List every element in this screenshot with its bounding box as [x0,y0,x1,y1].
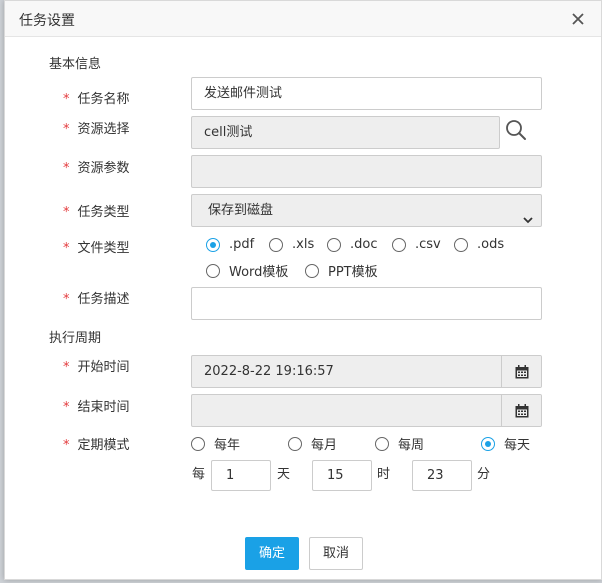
section-schedule: 执行周期 [49,331,102,346]
end-time-label: * 结束时间 [63,396,130,415]
task-settings-dialog: 任务设置 基本信息 * 任务名称 发送邮件测试 * 资源选择 cell测试 * 资源参… [4,0,602,580]
period-yearly-radio[interactable]: 每年 [191,434,240,453]
start-time-label-text: 开始时间 [77,360,130,375]
radio-unchecked-icon [392,237,406,252]
radio-label: 每月 [311,438,338,453]
task-name-input[interactable]: 发送邮件测试 [191,77,542,110]
chevron-down-icon [523,206,533,224]
file-type-label: * 文件类型 [63,237,130,256]
file-type-doc-radio[interactable]: .doc [327,237,378,252]
radio-unchecked-icon [454,237,468,252]
radio-checked-icon [481,436,495,451]
start-time-input[interactable]: 2022-8-22 19:16:57 [191,355,542,388]
radio-label: 每周 [398,438,425,453]
required-mark: * [63,92,70,107]
day-unit: 天 [277,467,291,482]
hour-input[interactable]: 15 [312,460,372,491]
radio-unchecked-icon [206,263,220,278]
resource-params-input [191,155,542,188]
radio-unchecked-icon [305,263,319,278]
resource-input: cell测试 [191,116,500,149]
start-time-value: 2022-8-22 19:16:57 [204,364,334,379]
file-type-xls-radio[interactable]: .xls [269,237,314,252]
resource-params-label-text: 资源参数 [77,161,130,176]
file-type-ods-radio[interactable]: .ods [454,237,504,252]
day-interval-input[interactable]: 1 [211,460,271,491]
radio-unchecked-icon [288,436,302,451]
cancel-button[interactable]: 取消 [309,537,363,570]
required-mark: * [63,205,70,220]
radio-label: .xls [292,237,315,252]
dialog-titlebar: 任务设置 [5,1,601,37]
required-mark: * [63,161,70,176]
resource-label: * 资源选择 [63,118,130,137]
period-mode-label: * 定期模式 [63,434,130,453]
radio-label: 每天 [504,438,531,453]
task-desc-label: * 任务描述 [63,288,130,307]
task-desc-input[interactable] [191,287,542,320]
radio-unchecked-icon [375,436,389,451]
task-name-label: * 任务名称 [63,88,130,107]
minute-unit: 分 [477,467,491,482]
radio-unchecked-icon [191,436,205,451]
file-type-csv-radio[interactable]: .csv [392,237,441,252]
end-time-label-text: 结束时间 [77,400,130,415]
close-icon[interactable] [569,10,587,28]
radio-label: PPT模板 [328,265,378,280]
file-type-ppt-template-radio[interactable]: PPT模板 [305,261,378,280]
period-daily-radio[interactable]: 每天 [481,434,530,453]
task-type-select[interactable]: 保存到磁盘 [191,194,542,227]
calendar-icon[interactable] [501,356,541,387]
search-icon[interactable] [504,118,528,142]
dialog-title: 任务设置 [19,13,75,29]
radio-unchecked-icon [327,237,341,252]
task-desc-label-text: 任务描述 [77,292,130,307]
period-weekly-radio[interactable]: 每周 [375,434,424,453]
required-mark: * [63,292,70,307]
calendar-icon[interactable] [501,395,541,426]
required-mark: * [63,360,70,375]
confirm-button[interactable]: 确定 [245,537,299,570]
period-monthly-radio[interactable]: 每月 [288,434,337,453]
radio-checked-icon [206,237,220,252]
required-mark: * [63,241,70,256]
required-mark: * [63,122,70,137]
resource-label-text: 资源选择 [77,122,130,137]
file-type-pdf-radio[interactable]: .pdf [206,237,254,252]
radio-label: .pdf [229,237,255,252]
radio-label: .ods [477,237,505,252]
end-time-input[interactable] [191,394,542,427]
hour-unit: 时 [377,467,391,482]
period-mode-label-text: 定期模式 [77,438,130,453]
start-time-label: * 开始时间 [63,356,130,375]
task-type-label: * 任务类型 [63,201,130,220]
task-name-label-text: 任务名称 [77,92,130,107]
resource-params-label: * 资源参数 [63,157,130,176]
file-type-word-template-radio[interactable]: Word模板 [206,261,288,280]
required-mark: * [63,400,70,415]
required-mark: * [63,438,70,453]
radio-label: Word模板 [229,265,289,280]
minute-input[interactable]: 23 [412,460,472,491]
radio-unchecked-icon [269,237,283,252]
radio-label: .csv [415,237,441,252]
section-basic-info: 基本信息 [49,57,102,72]
daily-prefix: 每 [192,467,206,482]
radio-label: 每年 [214,438,241,453]
task-type-label-text: 任务类型 [77,205,130,220]
task-type-selected-value: 保存到磁盘 [208,203,274,218]
radio-label: .doc [350,237,378,252]
file-type-label-text: 文件类型 [77,241,130,256]
